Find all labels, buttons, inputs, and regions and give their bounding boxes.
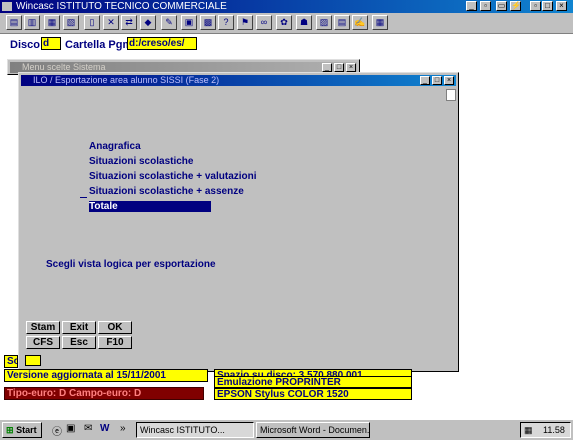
chart-icon[interactable]: ▤ (334, 15, 350, 30)
printer-icon[interactable]: ▯ (84, 15, 100, 30)
exit-button[interactable]: Exit (62, 321, 96, 334)
question-icon[interactable]: ? (218, 15, 234, 30)
option-valutazioni[interactable]: Situazioni scolastiche + valutazioni (89, 171, 257, 182)
restore-icon[interactable]: ▫ (480, 1, 491, 11)
clock: 11.58 (543, 425, 565, 435)
esc-button[interactable]: Esc (62, 336, 96, 349)
folder-icon[interactable]: ▭ (496, 1, 507, 11)
edit-icon[interactable]: ✍ (352, 15, 368, 30)
scroll-thumb[interactable] (446, 89, 456, 101)
restore-button[interactable]: ▫ (530, 1, 541, 11)
export-dialog: ILO / Esportazione area alunno SISSI (Fa… (18, 72, 459, 372)
flower-icon[interactable]: ✿ (276, 15, 292, 30)
taskbar: ⊞ Start ⓔ ▣ ✉ W » Wincasc ISTITUTO... Mi… (0, 419, 573, 440)
stam-button[interactable]: Stam (26, 321, 60, 334)
pencil-icon[interactable]: ✎ (161, 15, 177, 30)
back-close-button[interactable]: × (346, 63, 356, 72)
disco-label: Disco (10, 39, 40, 51)
app-title-bar: Wincasc ISTITUTO TECNICO COMMERCIALE _ ▫… (0, 0, 573, 13)
book-icon[interactable]: ▧ (63, 15, 79, 30)
tipo-euro-bar: Tipo-euro: D Campo-euro: D (4, 387, 204, 400)
folder-open-icon[interactable]: ▤ (6, 15, 22, 30)
option-assenze[interactable]: Situazioni scolastiche + assenze (89, 186, 244, 197)
picture-icon[interactable]: ▦ (372, 15, 388, 30)
dialog-title-bar: ILO / Esportazione area alunno SISSI (Fa… (21, 75, 456, 86)
cfs-button[interactable]: CFS (26, 336, 60, 349)
app-icon (2, 2, 12, 11)
cursor-marker (80, 197, 87, 198)
back-maximize-button[interactable]: □ (334, 63, 344, 72)
toolbar: ▤ ▥ ▦ ▧ ▯ ✕ ⇄ ◆ ✎ ▣ ▩ ? ⚑ ∞ ✿ ☗ ▨ ▤ ✍ ▦ (0, 13, 573, 34)
disco-field[interactable]: d (41, 37, 61, 50)
version-bar: Versione aggiornata al 15/11/2001 (4, 369, 208, 382)
option-totale[interactable]: Totale (89, 201, 211, 212)
layout-icon[interactable]: ▣ (181, 15, 197, 30)
folder-label: Cartella Pgm (65, 39, 133, 51)
app-title: Wincasc ISTITUTO TECNICO COMMERCIALE (16, 1, 227, 12)
flag-icon[interactable]: ⚑ (237, 15, 253, 30)
windows-logo-icon: ⊞ (6, 425, 14, 435)
more-chevron-icon[interactable]: » (120, 423, 126, 434)
close-button[interactable]: × (556, 1, 567, 11)
prompt-text: Scegli vista logica per esportazione (46, 259, 216, 270)
calc-icon[interactable]: ▦ (44, 15, 60, 30)
plug-icon[interactable]: ⚡ (510, 1, 521, 11)
dialog-minimize-button[interactable]: _ (420, 76, 430, 85)
binoculars-icon[interactable]: ∞ (256, 15, 272, 30)
start-label: Start (16, 425, 37, 435)
option-anagrafica[interactable]: Anagrafica (89, 141, 141, 152)
back-window-title: Menu scelte Sistema (22, 62, 106, 72)
status-box (25, 355, 41, 366)
word-quick-icon[interactable]: W (100, 423, 109, 434)
dialog-maximize-button[interactable]: □ (432, 76, 442, 85)
tool-icon[interactable]: ▨ (316, 15, 332, 30)
tools-icon[interactable]: ✕ (103, 15, 119, 30)
f10-button[interactable]: F10 (98, 336, 132, 349)
shuffle-icon[interactable]: ⇄ (121, 15, 137, 30)
maximize-button[interactable]: □ (542, 1, 553, 11)
emulation-bar: Emulazione PROPRINTER (214, 376, 412, 388)
ok-button[interactable]: OK (98, 321, 132, 334)
cube-icon[interactable]: ◆ (140, 15, 156, 30)
folder-field[interactable]: d:/creso/es/ (127, 37, 197, 50)
dialog-title: ILO / Esportazione area alunno SISSI (Fa… (33, 75, 220, 85)
ie-icon[interactable]: ⓔ (52, 423, 62, 438)
option-situazioni[interactable]: Situazioni scolastiche (89, 156, 193, 167)
printer-bar: EPSON Stylus COLOR 1520 (214, 388, 412, 400)
status-so: So (4, 355, 18, 368)
copy-icon[interactable]: ▥ (24, 15, 40, 30)
mail-icon[interactable]: ✉ (84, 423, 92, 434)
system-tray: ▦ 11.58 (520, 422, 571, 438)
minimize-icon[interactable]: _ (466, 1, 477, 11)
task-word[interactable]: Microsoft Word - Documen... (256, 422, 370, 438)
image-icon[interactable]: ▩ (200, 15, 216, 30)
task-wincasc[interactable]: Wincasc ISTITUTO... (136, 422, 254, 438)
start-button[interactable]: ⊞ Start (2, 422, 42, 438)
hat-icon[interactable]: ☗ (296, 15, 312, 30)
tray-icon[interactable]: ▦ (524, 425, 533, 435)
desktop-icon[interactable]: ▣ (66, 423, 75, 434)
back-minimize-button[interactable]: _ (322, 63, 332, 72)
dialog-close-button[interactable]: × (444, 76, 454, 85)
